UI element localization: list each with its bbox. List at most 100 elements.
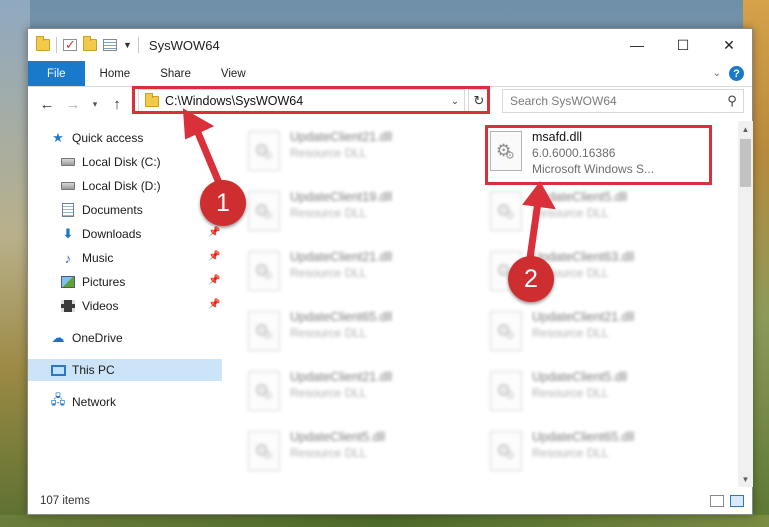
- pin-icon[interactable]: 📌: [208, 275, 220, 286]
- file-type: Resource DLL: [290, 386, 367, 400]
- videos-icon: [60, 299, 76, 313]
- drive-icon: [60, 179, 76, 193]
- forward-arrow-icon[interactable]: →: [62, 93, 84, 115]
- file-type: Resource DLL: [532, 386, 609, 400]
- toolbar-dropdown-icon[interactable]: ▼: [123, 40, 132, 50]
- view-switcher: [710, 495, 752, 507]
- file-item[interactable]: UpdateClient65.dll Resource DLL: [248, 307, 468, 355]
- sidebar-item-label: Music: [82, 251, 114, 265]
- desktop-wallpaper-left: [0, 0, 30, 527]
- file-item[interactable]: UpdateClient21.dll Resource DLL: [490, 307, 710, 355]
- file-item[interactable]: UpdateClient21.dll Resource DLL: [248, 247, 468, 295]
- dll-file-icon: [490, 311, 522, 351]
- maximize-button[interactable]: ☐: [660, 29, 706, 61]
- scroll-down-icon[interactable]: ▼: [738, 471, 753, 487]
- rename-icon[interactable]: [103, 39, 117, 51]
- sidebar-item-music[interactable]: ♪ Music: [60, 247, 222, 269]
- expand-ribbon-icon[interactable]: ⌄: [713, 68, 721, 79]
- network-icon: 🖧: [50, 392, 66, 407]
- properties-check-icon[interactable]: [63, 37, 77, 53]
- file-item[interactable]: UpdateClient5.dll Resource DLL: [490, 187, 710, 235]
- sidebar-item-downloads[interactable]: ⬇ Downloads: [60, 223, 222, 245]
- large-icons-view-icon[interactable]: [730, 495, 744, 507]
- pin-icon[interactable]: 📌: [208, 251, 220, 262]
- file-type: Resource DLL: [290, 266, 367, 280]
- file-item[interactable]: UpdateClient65.dll Resource DLL: [490, 427, 710, 475]
- vertical-scrollbar[interactable]: ▲ ▼: [738, 121, 753, 487]
- scrollbar-thumb[interactable]: [740, 139, 751, 187]
- sidebar-item-label: Network: [72, 395, 117, 409]
- dll-file-icon: [248, 311, 280, 351]
- music-icon: ♪: [64, 250, 72, 266]
- search-icon[interactable]: ⚲: [721, 93, 743, 109]
- step-badge-1: 1: [200, 180, 246, 226]
- sidebar-item-label: Local Disk (D:): [82, 179, 161, 193]
- sidebar-item-local-disk-d[interactable]: Local Disk (D:): [60, 175, 161, 197]
- pin-icon[interactable]: 📌: [208, 299, 220, 310]
- window-title: SysWOW64: [148, 37, 220, 53]
- minimize-button[interactable]: —: [614, 29, 660, 61]
- tab-home[interactable]: Home: [85, 61, 146, 86]
- folder-icon[interactable]: [36, 36, 50, 51]
- pin-icon[interactable]: 📌: [208, 227, 220, 238]
- documents-icon: [60, 203, 76, 217]
- tab-view[interactable]: View: [206, 61, 261, 86]
- file-name: UpdateClient19.dll: [290, 190, 393, 204]
- file-item[interactable]: UpdateClient21.dll Resource DLL: [248, 367, 468, 415]
- close-button[interactable]: ✕: [706, 29, 752, 61]
- file-name: UpdateClient65.dll: [532, 430, 635, 444]
- sidebar-item-videos[interactable]: Videos: [60, 295, 222, 317]
- star-icon: ★: [52, 130, 64, 145]
- dll-file-icon: [248, 371, 280, 411]
- dll-file-icon: [248, 131, 280, 171]
- sidebar-item-pictures[interactable]: Pictures: [60, 271, 222, 293]
- file-name: UpdateClient21.dll: [290, 250, 393, 264]
- sidebar-item-label: This PC: [72, 363, 115, 377]
- file-item[interactable]: UpdateClient5.dll Resource DLL: [490, 367, 710, 415]
- sidebar-item-this-pc[interactable]: This PC: [28, 359, 222, 381]
- sidebar-item-documents[interactable]: Documents: [60, 199, 222, 221]
- msafd-file-highlight: [485, 125, 712, 185]
- sidebar-item-onedrive[interactable]: ☁ OneDrive: [50, 327, 123, 349]
- search-input[interactable]: [510, 94, 721, 108]
- file-name: UpdateClient5.dll: [532, 370, 628, 384]
- download-icon: ⬇: [62, 226, 74, 241]
- file-name: UpdateClient65.dll: [290, 310, 393, 324]
- file-name: UpdateClient5.dll: [532, 190, 628, 204]
- dll-file-icon: [248, 191, 280, 231]
- file-item[interactable]: UpdateClient19.dll Resource DLL: [248, 187, 468, 235]
- ribbon-right-controls: ⌄ ?: [713, 61, 752, 86]
- sidebar-item-label: Documents: [82, 203, 143, 217]
- status-bar: 107 items: [28, 488, 752, 514]
- scroll-up-icon[interactable]: ▲: [738, 121, 753, 137]
- file-type: Resource DLL: [532, 206, 609, 220]
- new-folder-icon[interactable]: [83, 36, 97, 51]
- tab-share[interactable]: Share: [145, 61, 206, 86]
- file-name: UpdateClient21.dll: [290, 370, 393, 384]
- dll-file-icon: [248, 251, 280, 291]
- details-view-icon[interactable]: [710, 495, 724, 507]
- dll-file-icon: [490, 191, 522, 231]
- recent-locations-icon[interactable]: ▾: [88, 93, 102, 115]
- dll-file-icon: [490, 371, 522, 411]
- file-item[interactable]: UpdateClient21.dll Resource DLL: [248, 127, 468, 175]
- sidebar-item-label: Downloads: [82, 227, 142, 241]
- dll-file-icon: [248, 431, 280, 471]
- sidebar-item-network[interactable]: 🖧 Network: [50, 391, 116, 413]
- back-arrow-icon[interactable]: ←: [36, 93, 58, 115]
- file-name: UpdateClient5.dll: [290, 430, 386, 444]
- sidebar-item-quick-access[interactable]: ★ Quick access: [50, 127, 143, 149]
- help-icon[interactable]: ?: [729, 66, 744, 81]
- toolbar-divider: [137, 37, 139, 53]
- tab-file[interactable]: File: [28, 61, 85, 86]
- file-item[interactable]: UpdateClient5.dll Resource DLL: [248, 427, 468, 475]
- file-type: Resource DLL: [290, 446, 367, 460]
- drive-icon: [60, 155, 76, 169]
- sidebar-item-local-disk-c[interactable]: Local Disk (C:): [60, 151, 161, 173]
- search-box[interactable]: ⚲: [502, 89, 744, 113]
- up-arrow-icon[interactable]: ↑: [106, 93, 128, 115]
- step-badge-2: 2: [508, 256, 554, 302]
- sidebar-item-label: Pictures: [82, 275, 126, 289]
- cloud-icon: ☁: [51, 330, 65, 345]
- sidebar-item-label: OneDrive: [72, 331, 123, 345]
